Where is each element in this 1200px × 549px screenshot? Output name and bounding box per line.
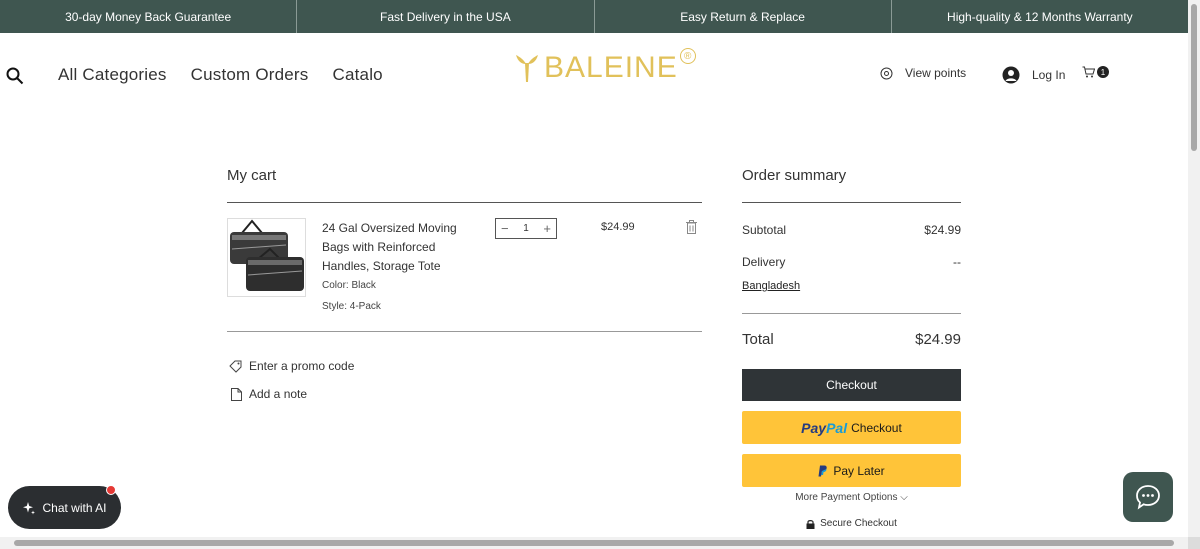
view-points-label: View points (905, 66, 967, 80)
pay-later-button[interactable]: Pay Later (742, 454, 961, 487)
quantity-stepper: − 1 + (495, 218, 557, 239)
checkout-button[interactable]: Checkout (742, 369, 961, 401)
order-summary-title: Order summary (742, 167, 847, 184)
announcement-money-back: 30-day Money Back Guarantee (0, 0, 298, 33)
subtotal-value: $24.99 (924, 223, 961, 237)
product-style: Style: 4-Pack (322, 301, 381, 312)
total-row: Total $24.99 (742, 331, 961, 348)
shopping-cart-icon (1082, 66, 1095, 78)
vertical-scrollbar[interactable] (1188, 0, 1200, 537)
add-note-link[interactable]: Add a note (231, 387, 307, 401)
promo-code-label: Enter a promo code (249, 359, 355, 373)
secure-checkout: Secure Checkout (742, 518, 961, 529)
announcement-warranty: High-quality & 12 Months Warranty (947, 9, 1133, 24)
increase-quantity-button[interactable]: + (543, 221, 551, 236)
cart-button[interactable]: 1 (1082, 66, 1109, 78)
promo-code-link[interactable]: Enter a promo code (229, 359, 354, 373)
product-name[interactable]: 24 Gal Oversized Moving Bags with Reinfo… (322, 219, 472, 276)
lock-icon (806, 519, 815, 529)
announcement-easy-return: Easy Return & Replace (595, 0, 892, 33)
sparkle-icon (23, 501, 36, 514)
paypal-checkout-button[interactable]: PayPal Checkout (742, 411, 961, 444)
total-label: Total (742, 331, 774, 348)
delivery-label: Delivery (742, 255, 786, 269)
quantity-value[interactable]: 1 (523, 223, 529, 234)
whale-tail-icon (516, 55, 538, 82)
horizontal-scrollbar-thumb[interactable] (14, 540, 1174, 546)
divider (742, 313, 961, 314)
subtotal-label: Subtotal (742, 223, 787, 237)
points-icon (880, 67, 893, 79)
divider (227, 202, 702, 203)
chat-widget-button[interactable] (1123, 472, 1173, 522)
delivery-country-link[interactable]: Bangladesh (742, 280, 800, 292)
note-icon (231, 387, 242, 401)
paypal-logo: PayPal (801, 419, 848, 436)
announcement-bar: 30-day Money Back Guarantee Fast Deliver… (0, 0, 1188, 33)
baleine-logo[interactable]: BALEINE ® (514, 48, 696, 85)
site-header: All Categories Custom Orders Catalo BALE… (0, 33, 1188, 118)
pay-later-label: Pay Later (833, 463, 885, 478)
item-price: $24.99 (601, 221, 635, 233)
nav-custom-orders[interactable]: Custom Orders (191, 65, 309, 85)
cart-count-badge: 1 (1097, 66, 1109, 78)
product-thumbnail[interactable] (227, 218, 306, 297)
subtotal-row: Subtotal $24.99 (742, 223, 961, 237)
total-value: $24.99 (915, 331, 961, 348)
nav-all-categories[interactable]: All Categories (58, 65, 167, 85)
divider (742, 202, 961, 203)
product-image (230, 219, 304, 291)
nav-catalog[interactable]: Catalo (333, 65, 383, 85)
secure-checkout-label: Secure Checkout (820, 518, 897, 529)
delivery-value: -- (953, 255, 961, 269)
divider (227, 331, 702, 332)
login-label: Log In (1032, 68, 1066, 82)
horizontal-scrollbar[interactable] (0, 537, 1188, 549)
search-icon[interactable] (6, 67, 24, 85)
paypal-p-icon (818, 465, 828, 476)
more-payment-options[interactable]: More Payment Options ⌵ (742, 492, 961, 503)
user-avatar-icon (1002, 66, 1020, 84)
product-color: Color: Black (322, 280, 376, 291)
notification-dot (106, 485, 116, 495)
announcement-fast-delivery: Fast Delivery in the USA (297, 0, 595, 33)
add-note-label: Add a note (249, 387, 308, 401)
paypal-checkout-label: Checkout (851, 420, 902, 435)
delivery-row: Delivery -- (742, 255, 961, 269)
trash-icon[interactable] (685, 220, 698, 234)
chat-bubble-icon (1136, 485, 1160, 510)
registered-mark: ® (679, 48, 696, 64)
cart-title: My cart (227, 167, 277, 184)
vertical-scrollbar-thumb[interactable] (1191, 4, 1197, 151)
decrease-quantity-button[interactable]: − (501, 221, 509, 236)
login-link[interactable]: Log In (1002, 66, 1065, 84)
view-points-link[interactable]: View points (880, 66, 966, 80)
logo-text: BALEINE (544, 51, 678, 84)
chat-with-ai-button[interactable]: Chat with AI (8, 485, 121, 529)
scrollbar-corner (1188, 537, 1200, 549)
chat-with-ai-label: Chat with AI (42, 500, 107, 515)
main-nav: All Categories Custom Orders Catalo (58, 65, 383, 85)
tag-icon (229, 360, 242, 373)
